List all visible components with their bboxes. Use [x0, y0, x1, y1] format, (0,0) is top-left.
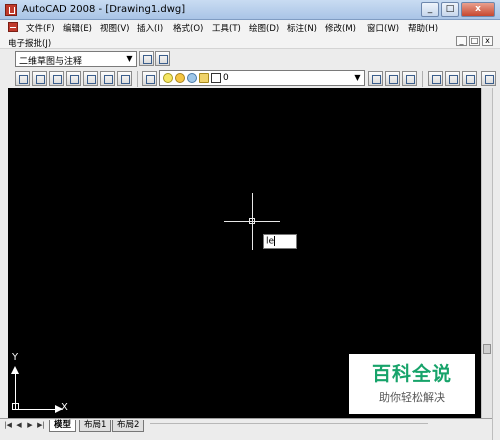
lock-icon — [199, 73, 209, 83]
document-menu-icon[interactable] — [8, 22, 18, 32]
menu-insert[interactable]: 插入(I) — [137, 22, 163, 34]
window-title: AutoCAD 2008 - [Drawing1.dwg] — [22, 4, 186, 15]
autocad-app-icon[interactable] — [5, 4, 17, 16]
pickbox-icon — [249, 218, 255, 224]
toolbar-button-1[interactable] — [15, 71, 30, 86]
minimize-button[interactable]: _ — [421, 2, 439, 17]
tab-model[interactable]: 模型 — [49, 420, 77, 432]
menu-format[interactable]: 格式(O) — [173, 22, 203, 34]
plot-button[interactable] — [481, 71, 496, 86]
chevron-down-icon: ▼ — [126, 54, 133, 63]
watermark-badge: 百科全说 助你轻松解决 — [349, 354, 475, 414]
left-dock-area — [0, 88, 8, 418]
layer-properties-button[interactable] — [142, 71, 157, 86]
right-dock-area — [492, 88, 500, 440]
make-object-layer-current-button[interactable] — [368, 71, 383, 86]
tab-layout1[interactable]: 布局1 — [79, 420, 112, 432]
tab-layout2[interactable]: 布局2 — [112, 420, 145, 432]
sun-icon — [175, 73, 185, 83]
toolbar-separator — [422, 71, 423, 87]
scrollbar-thumb[interactable] — [483, 344, 491, 354]
last-tab-icon[interactable]: ▶| — [37, 421, 45, 430]
menu-draw[interactable]: 绘图(D) — [249, 22, 279, 34]
menu-dimension[interactable]: 标注(N) — [287, 22, 317, 34]
ucs-x-axis — [15, 409, 57, 410]
chevron-down-icon: ▼ — [354, 73, 361, 82]
first-tab-icon[interactable]: |◀ — [4, 421, 12, 430]
layer-value: 0 — [223, 73, 229, 83]
new-file-button[interactable] — [428, 71, 443, 86]
dynamic-input-field[interactable]: le — [263, 234, 297, 249]
open-file-button[interactable] — [445, 71, 460, 86]
save-file-button[interactable] — [462, 71, 477, 86]
toolbar-button-6[interactable] — [100, 71, 115, 86]
maximize-button[interactable]: □ — [441, 2, 459, 17]
toolbar-button-3[interactable] — [49, 71, 64, 86]
toolbar-button-2[interactable] — [32, 71, 47, 86]
my-workspace-button[interactable] — [155, 51, 170, 66]
lightbulb-icon — [163, 73, 173, 83]
doc-close-button[interactable]: x — [482, 36, 493, 46]
layer-states-button[interactable] — [402, 71, 417, 86]
text-caret — [274, 236, 276, 246]
prev-tab-icon[interactable]: ◀ — [15, 421, 23, 430]
workspace-dropdown[interactable]: 二维草图与注释 ▼ — [15, 51, 137, 67]
color-swatch-icon — [211, 73, 221, 83]
close-button[interactable]: x — [461, 2, 495, 17]
secondary-menu-bar — [0, 35, 500, 48]
vertical-scrollbar[interactable] — [481, 88, 492, 418]
layout-tab-bar: |◀ ◀ ▶ ▶| 模型 布局1 布局2 — [0, 418, 492, 440]
menu-view[interactable]: 视图(V) — [100, 22, 129, 34]
ucs-x-label: X — [61, 402, 68, 413]
horizontal-scrollbar-track[interactable] — [150, 423, 428, 424]
layer-previous-button[interactable] — [385, 71, 400, 86]
menu-edit[interactable]: 编辑(E) — [63, 22, 92, 34]
menu-modify[interactable]: 修改(M) — [325, 22, 356, 34]
workspace-settings-button[interactable] — [139, 51, 154, 66]
menu-help[interactable]: 帮助(H) — [408, 22, 438, 34]
freeze-icon — [187, 73, 197, 83]
menu-file[interactable]: 文件(F) — [26, 22, 55, 34]
menu-window[interactable]: 窗口(W) — [367, 22, 399, 34]
doc-minimize-button[interactable]: _ — [456, 36, 467, 46]
ucs-origin-box — [12, 403, 19, 410]
menu-tools[interactable]: 工具(T) — [212, 22, 241, 34]
command-text: le — [266, 236, 275, 247]
ucs-y-arrow-icon — [11, 366, 19, 374]
title-bar: AutoCAD 2008 - [Drawing1.dwg] _ □ x — [0, 0, 500, 20]
workspace-value: 二维草图与注释 — [19, 57, 83, 67]
toolbar-separator — [137, 71, 138, 87]
layer-dropdown[interactable]: 0 ▼ — [159, 70, 365, 86]
toolbar-button-7[interactable] — [117, 71, 132, 86]
watermark-subtitle: 助你轻松解决 — [379, 391, 445, 404]
toolbar-button-4[interactable] — [66, 71, 81, 86]
doc-restore-button[interactable]: □ — [469, 36, 480, 46]
toolbar-button-5[interactable] — [83, 71, 98, 86]
ucs-y-label: Y — [12, 352, 19, 363]
next-tab-icon[interactable]: ▶ — [26, 421, 34, 430]
watermark-title: 百科全说 — [371, 363, 452, 385]
